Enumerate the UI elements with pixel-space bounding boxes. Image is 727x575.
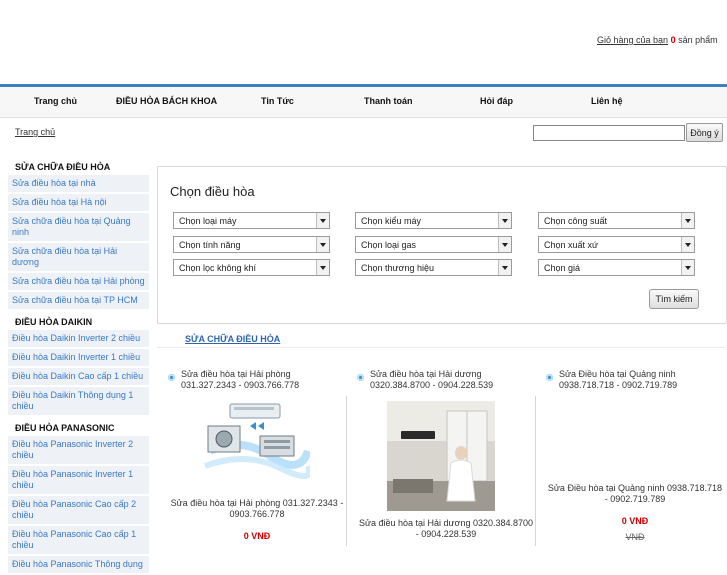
- sidebar-item[interactable]: Điều hòa Daikin Inverter 1 chiều: [8, 349, 149, 368]
- select-air-filter[interactable]: Chọn lọc không khí: [173, 259, 330, 276]
- product-header-link[interactable]: Sửa điều hòa tại Hải dương 0320.384.8700…: [370, 369, 535, 391]
- bullet-icon: [546, 374, 553, 381]
- chevron-down-icon: [681, 237, 694, 252]
- chevron-down-icon: [498, 213, 511, 228]
- chevron-down-icon: [498, 260, 511, 275]
- select-value: Chọn loại máy: [179, 216, 237, 226]
- select-machine-type[interactable]: Chọn loại máy: [173, 212, 330, 229]
- chevron-down-icon: [316, 213, 329, 228]
- select-model-style[interactable]: Chọn kiểu máy: [355, 212, 512, 229]
- bullet-icon: [357, 374, 364, 381]
- nav-item-home[interactable]: Trang chủ: [34, 96, 77, 106]
- cart-count: 0: [670, 35, 676, 45]
- filter-title: Chọn điều hòa: [170, 184, 255, 199]
- search-input[interactable]: [533, 125, 685, 141]
- chevron-down-icon: [316, 260, 329, 275]
- sidebar-item[interactable]: Sửa chữa điều hòa tại Hải phòng: [8, 273, 149, 292]
- section-divider: [157, 347, 725, 348]
- sidebar-heading: ĐIỀU HÒA PANASONIC: [15, 423, 115, 433]
- select-value: Chọn tính năng: [179, 240, 241, 250]
- select-brand[interactable]: Chọn thương hiệu: [355, 259, 512, 276]
- product-caption[interactable]: Sửa điều hòa tại Hải dương 0320.384.8700…: [357, 518, 535, 540]
- cart-suffix: sản phẩm: [678, 35, 718, 45]
- product-header-link[interactable]: Sửa Điều hòa tại Quảng ninh 0938.718.718…: [559, 369, 724, 391]
- chevron-down-icon: [681, 260, 694, 275]
- sidebar-item[interactable]: Điều hòa Panasonic Cao cấp 1 chiều: [8, 526, 149, 556]
- product-caption[interactable]: Sửa điều hòa tại Hải phòng 031.327.2343 …: [168, 498, 346, 520]
- chevron-down-icon: [316, 237, 329, 252]
- air-conditioner-image[interactable]: [200, 396, 310, 486]
- sidebar-item[interactable]: Điều hòa Panasonic Thông dụng: [8, 556, 149, 575]
- sidebar-item[interactable]: Điều hòa Panasonic Cao cấp 2 chiều: [8, 496, 149, 526]
- nav-item-news[interactable]: Tin Tức: [261, 96, 294, 106]
- nav-item-payment[interactable]: Thanh toán: [364, 96, 413, 106]
- bullet-icon: [168, 374, 175, 381]
- sidebar-item[interactable]: Sửa điều hòa tại nhà: [8, 175, 149, 194]
- nav-item-bach-khoa[interactable]: ĐIỀU HÒA BÁCH KHOA: [116, 96, 217, 106]
- select-value: Chọn công suất: [544, 216, 608, 226]
- sidebar-item[interactable]: Điều hòa Panasonic Inverter 1 chiều: [8, 466, 149, 496]
- sidebar-item[interactable]: Điều hòa Daikin Inverter 2 chiều: [8, 330, 149, 349]
- search-submit-button[interactable]: Đồng ý: [686, 123, 723, 142]
- select-features[interactable]: Chọn tính năng: [173, 236, 330, 253]
- product-image-frame: [168, 396, 347, 546]
- product-price: 0 VNĐ: [243, 531, 271, 541]
- select-value: Chọn kiểu máy: [361, 216, 422, 226]
- select-value: Chọn lọc không khí: [179, 263, 257, 273]
- product-caption[interactable]: Sửa Điều hòa tại Quảng ninh 0938.718.718…: [546, 483, 724, 505]
- select-value: Chọn loại gas: [361, 240, 417, 250]
- sidebar-item[interactable]: Điều hòa Daikin Thông dụng 1 chiều: [8, 387, 149, 417]
- filter-panel: Chọn điều hòa Chọn loại máy Chọn kiểu má…: [157, 166, 727, 324]
- sidebar-item[interactable]: Sửa chữa điều hòa tại TP HCM: [8, 292, 149, 311]
- search-filter-button[interactable]: Tìm kiếm: [649, 289, 699, 309]
- select-value: Chọn thương hiệu: [361, 263, 434, 273]
- section-title[interactable]: SỬA CHỮA ĐIỀU HÒA: [185, 334, 280, 344]
- cart-summary: Giỏ hàng của bạn 0 sản phẩm: [597, 35, 718, 45]
- product-card: Sửa Điều hòa tại Quảng ninh 0938.718.718…: [546, 356, 724, 545]
- breadcrumb-home[interactable]: Trang chủ: [15, 127, 55, 137]
- select-origin[interactable]: Chọn xuất xứ: [538, 236, 695, 253]
- sidebar-heading: SỬA CHỮA ĐIỀU HÒA: [15, 162, 111, 172]
- chevron-down-icon: [681, 213, 694, 228]
- product-price: 0 VNĐ: [621, 516, 649, 526]
- select-price[interactable]: Chọn giá: [538, 259, 695, 276]
- nav-item-contact[interactable]: Liên hệ: [591, 96, 623, 106]
- select-gas-type[interactable]: Chọn loại gas: [355, 236, 512, 253]
- cart-link[interactable]: Giỏ hàng của bạn: [597, 35, 668, 45]
- living-room-photo[interactable]: [387, 401, 495, 511]
- select-capacity[interactable]: Chọn công suất: [538, 212, 695, 229]
- main-nav: Trang chủ ĐIỀU HÒA BÁCH KHOA Tin Tức Tha…: [0, 84, 727, 118]
- sidebar: SỬA CHỮA ĐIỀU HÒA Sửa điều hòa tại nhà S…: [8, 156, 149, 575]
- product-card: Sửa điều hòa tại Hải phòng 031.327.2343 …: [168, 356, 347, 546]
- product-old-price: VNĐ: [625, 532, 645, 542]
- chevron-down-icon: [498, 237, 511, 252]
- sidebar-item[interactable]: Điều hòa Daikin Cao cấp 1 chiều: [8, 368, 149, 387]
- sidebar-item[interactable]: Sửa chữa điều hòa tại Quảng ninh: [8, 213, 149, 243]
- select-value: Chọn xuất xứ: [544, 240, 599, 250]
- product-card: Sửa điều hòa tại Hải dương 0320.384.8700…: [357, 356, 536, 546]
- select-value: Chọn giá: [544, 263, 581, 273]
- product-header-link[interactable]: Sửa điều hòa tại Hải phòng 031.327.2343 …: [181, 369, 346, 391]
- sidebar-item[interactable]: Sửa điều hòa tại Hà nội: [8, 194, 149, 213]
- sidebar-item[interactable]: Điều hòa Panasonic Inverter 2 chiều: [8, 436, 149, 466]
- nav-item-faq[interactable]: Hỏi đáp: [480, 96, 513, 106]
- sidebar-item[interactable]: Sửa chữa điều hòa tại Hải dương: [8, 243, 149, 273]
- sidebar-heading: ĐIỀU HÒA DAIKIN: [15, 317, 93, 327]
